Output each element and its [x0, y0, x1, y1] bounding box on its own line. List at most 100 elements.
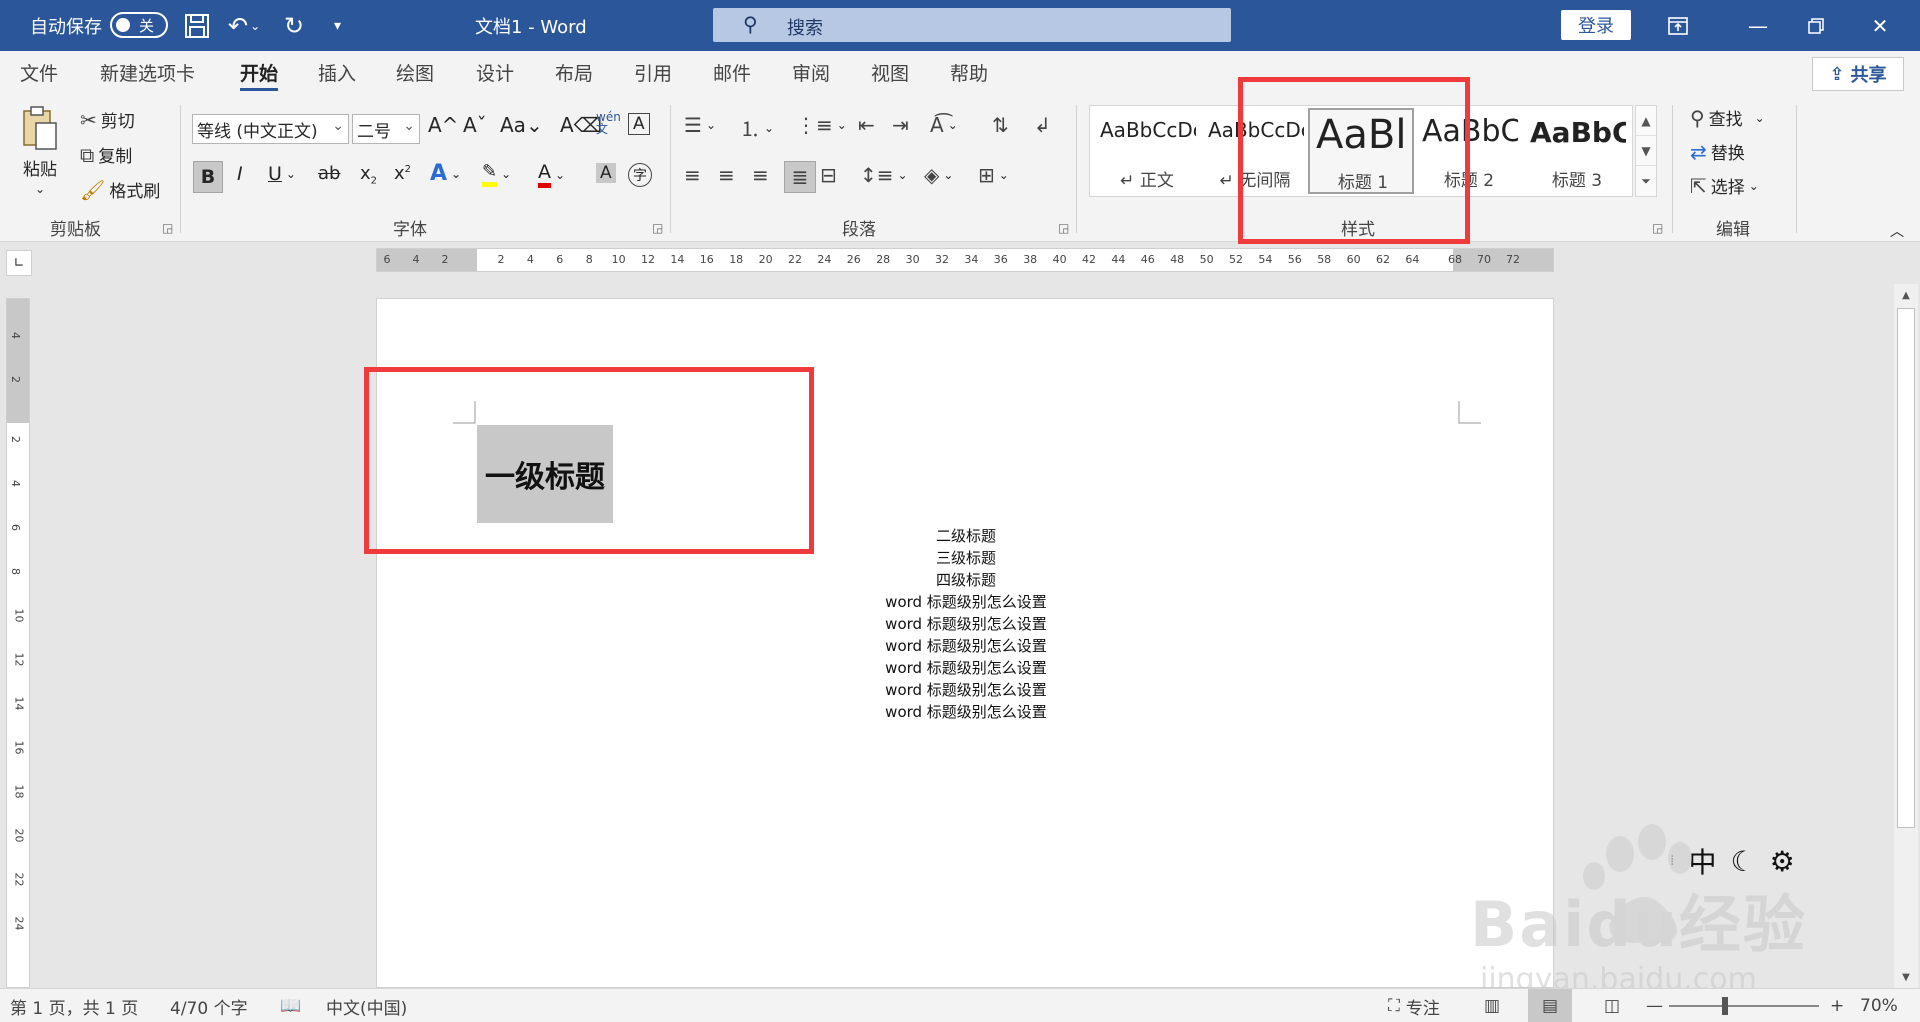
- scroll-up-icon[interactable]: ▲: [1894, 284, 1918, 306]
- highlight-button[interactable]: ✎ ⌄: [482, 161, 511, 187]
- search-box[interactable]: ⚲ 搜索: [713, 8, 1231, 42]
- char-shading-button[interactable]: A: [596, 163, 616, 183]
- web-layout-icon[interactable]: ◫: [1604, 989, 1620, 1022]
- vertical-ruler[interactable]: 4 2 2 4 6 8 10 12 14 16 18 20 22 24: [6, 298, 30, 988]
- sort-button[interactable]: ⇅: [992, 113, 1009, 137]
- increase-indent-button[interactable]: ⇥: [892, 113, 909, 137]
- close-icon[interactable]: ✕: [1850, 0, 1910, 51]
- zoom-in-icon[interactable]: +: [1830, 989, 1844, 1022]
- body-line[interactable]: 四级标题: [377, 569, 1555, 591]
- restore-icon[interactable]: [1786, 0, 1846, 51]
- word-count[interactable]: 4/70 个字: [170, 989, 248, 1022]
- line-spacing-button[interactable]: ↕≡ ⌄: [860, 163, 908, 187]
- tab-help[interactable]: 帮助: [950, 51, 988, 97]
- font-launcher-icon[interactable]: ◲: [652, 221, 663, 235]
- decrease-indent-button[interactable]: ⇤: [858, 113, 875, 137]
- zoom-out-icon[interactable]: —: [1646, 989, 1663, 1022]
- tab-home[interactable]: 开始: [240, 51, 279, 97]
- underline-button[interactable]: U ⌄: [268, 163, 296, 185]
- tab-layout[interactable]: 布局: [555, 51, 593, 97]
- tab-new-tab[interactable]: 新建选项卡: [100, 51, 195, 97]
- clipboard-launcher-icon[interactable]: ◲: [162, 221, 173, 235]
- zoom-level[interactable]: 70%: [1860, 989, 1898, 1022]
- shrink-font-button[interactable]: Aˇ: [463, 113, 487, 137]
- body-line[interactable]: word 标题级别怎么设置: [377, 679, 1555, 701]
- read-mode-icon[interactable]: ▥: [1484, 989, 1500, 1022]
- vertical-scrollbar[interactable]: ▲ ▼: [1894, 284, 1918, 988]
- gallery-more-icon[interactable]: ⏷: [1636, 166, 1656, 196]
- print-layout-icon[interactable]: ▤: [1528, 989, 1572, 1022]
- change-case-button[interactable]: Aa⌄: [500, 113, 543, 137]
- borders-button[interactable]: ⊞ ⌄: [978, 163, 1009, 187]
- horizontal-ruler[interactable]: 6 4 2 2 4 6 8 10 12 14 16 18 20 22 24 26 28 30 32 34 36 38 40 4…: [376, 248, 1554, 272]
- zoom-slider-thumb[interactable]: [1722, 997, 1728, 1015]
- justify-button[interactable]: ≣: [784, 161, 816, 193]
- multilevel-list-button[interactable]: ⋮≡ ⌄: [796, 113, 847, 137]
- format-painter-button[interactable]: 🖌 格式刷: [80, 177, 160, 203]
- phonetic-guide-button[interactable]: wén 文: [596, 111, 621, 135]
- scroll-down-icon[interactable]: ▼: [1894, 966, 1918, 988]
- autosave-toggle[interactable]: 关: [110, 12, 168, 38]
- grow-font-button[interactable]: A^: [428, 113, 458, 137]
- find-button[interactable]: ⚲ 查找 ⌄: [1690, 105, 1765, 131]
- font-family-select[interactable]: 等线 (中文正文) ⌄: [192, 114, 349, 144]
- tab-insert[interactable]: 插入: [318, 51, 356, 97]
- focus-mode-button[interactable]: ⛶ 专注: [1388, 989, 1440, 1022]
- collapse-ribbon-icon[interactable]: ︿: [1890, 221, 1904, 241]
- numbering-button[interactable]: ⒈ ⌄: [740, 113, 774, 142]
- body-line[interactable]: word 标题级别怎么设置: [377, 701, 1555, 723]
- login-button[interactable]: 登录: [1561, 10, 1631, 40]
- align-left-button[interactable]: ≡: [684, 163, 701, 187]
- tab-design[interactable]: 设计: [476, 51, 514, 97]
- paste-dropdown-icon[interactable]: ⌄: [35, 182, 45, 196]
- align-right-button[interactable]: ≡: [752, 163, 769, 187]
- save-icon[interactable]: [184, 0, 210, 51]
- align-center-button[interactable]: ≡: [718, 163, 735, 187]
- italic-button[interactable]: I: [237, 163, 243, 185]
- show-marks-button[interactable]: ↲: [1034, 113, 1051, 137]
- tab-view[interactable]: 视图: [871, 51, 909, 97]
- replace-button[interactable]: ⇄ 替换: [1690, 139, 1745, 165]
- document-body[interactable]: 二级标题 三级标题 四级标题 word 标题级别怎么设置 word 标题级别怎么…: [377, 525, 1555, 723]
- subscript-button[interactable]: x2: [360, 163, 377, 187]
- enclose-char-button[interactable]: 字: [628, 163, 652, 187]
- superscript-button[interactable]: x2: [394, 163, 411, 184]
- language-indicator[interactable]: 中文(中国): [326, 989, 407, 1022]
- bullets-button[interactable]: ☰ ⌄: [684, 113, 716, 137]
- tab-mailings[interactable]: 邮件: [713, 51, 751, 97]
- style-heading-3[interactable]: AaBbC 标题 3: [1524, 108, 1630, 194]
- styles-launcher-icon[interactable]: ◲: [1652, 221, 1663, 235]
- tab-selector-icon[interactable]: ∟: [6, 250, 32, 276]
- text-effects-button[interactable]: A ⌄: [430, 161, 461, 186]
- paste-button[interactable]: 粘贴 ⌄: [20, 105, 60, 196]
- redo-icon[interactable]: ↻: [284, 0, 304, 51]
- gallery-up-icon[interactable]: ▲: [1636, 106, 1656, 136]
- tab-review[interactable]: 审阅: [792, 51, 830, 97]
- body-line[interactable]: word 标题级别怎么设置: [377, 657, 1555, 679]
- font-color-button[interactable]: A ⌄: [538, 161, 565, 188]
- tab-draw[interactable]: 绘图: [396, 51, 434, 97]
- style-normal[interactable]: AaBbCcDc ↵ 正文: [1094, 108, 1200, 194]
- strikethrough-button[interactable]: ab: [318, 163, 340, 184]
- tab-references[interactable]: 引用: [634, 51, 672, 97]
- ribbon-display-icon[interactable]: [1648, 0, 1708, 51]
- body-line[interactable]: word 标题级别怎么设置: [377, 591, 1555, 613]
- page-count[interactable]: 第 1 页，共 1 页: [10, 989, 138, 1022]
- body-line[interactable]: word 标题级别怎么设置: [377, 635, 1555, 657]
- font-size-select[interactable]: 二号 ⌄: [352, 114, 420, 144]
- undo-icon[interactable]: ↶ ⌄: [228, 0, 260, 51]
- select-button[interactable]: ⇱ 选择 ⌄: [1690, 173, 1759, 199]
- body-line[interactable]: word 标题级别怎么设置: [377, 613, 1555, 635]
- zoom-slider[interactable]: [1669, 1005, 1819, 1007]
- copy-button[interactable]: ⧉ 复制: [80, 142, 132, 168]
- customize-toolbar-icon[interactable]: ▾: [334, 0, 341, 51]
- shading-button[interactable]: ◈ ⌄: [924, 163, 953, 187]
- share-button[interactable]: ⇪ 共享: [1812, 57, 1904, 91]
- minimize-icon[interactable]: —: [1728, 0, 1788, 51]
- paragraph-launcher-icon[interactable]: ◲: [1058, 221, 1069, 235]
- gallery-down-icon[interactable]: ▼: [1636, 136, 1656, 166]
- distributed-button[interactable]: ⊟: [820, 163, 837, 187]
- proofing-icon[interactable]: 📖: [280, 989, 301, 1022]
- asian-layout-button[interactable]: A͡ ⌄: [930, 113, 958, 137]
- tab-file[interactable]: 文件: [20, 51, 58, 97]
